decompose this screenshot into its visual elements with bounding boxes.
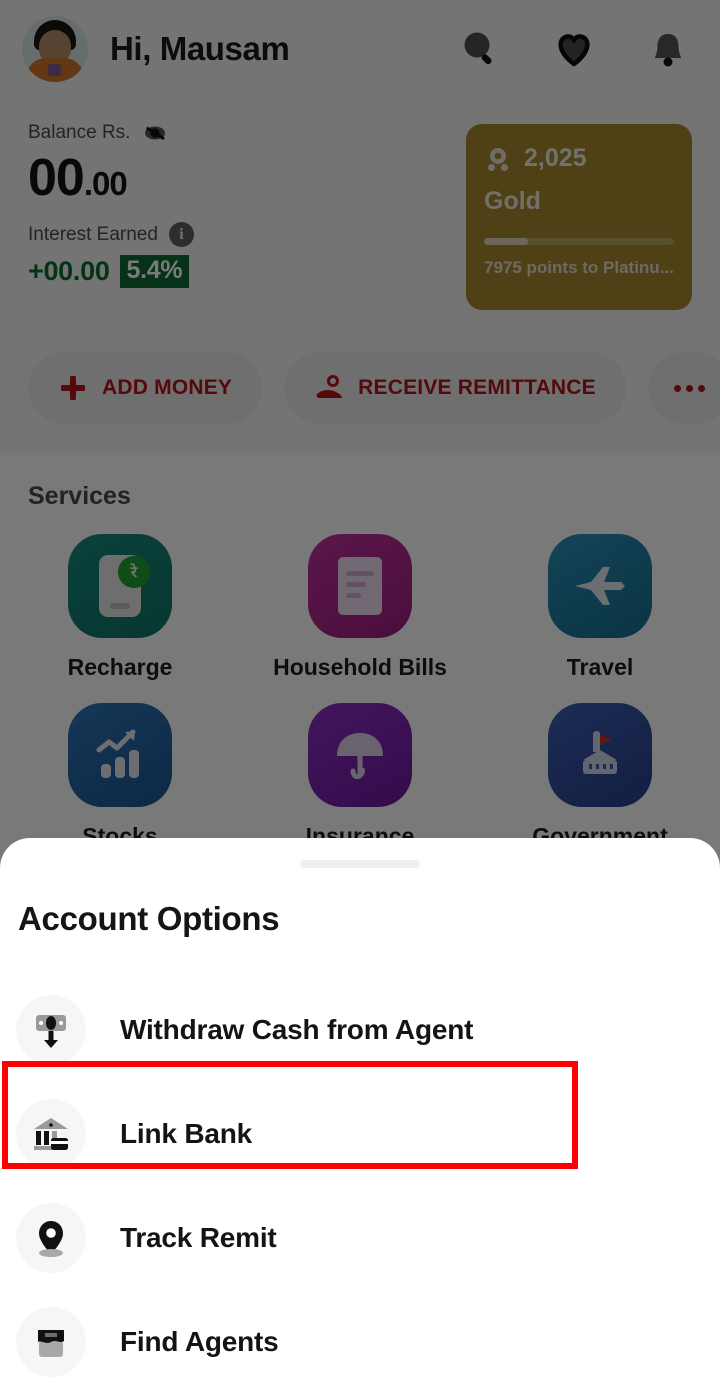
bank-icon bbox=[34, 1118, 68, 1150]
option-withdraw-cash-from-agent[interactable]: Withdraw Cash from Agent bbox=[0, 978, 720, 1082]
withdraw-cash-icon bbox=[36, 1015, 66, 1048]
option-link-bank[interactable]: Link Bank bbox=[0, 1082, 720, 1186]
account-options-list: Withdraw Cash from Agent Link Bank Track… bbox=[0, 978, 720, 1394]
sheet-title: Account Options bbox=[18, 900, 280, 937]
icon-container bbox=[16, 1099, 86, 1169]
account-options-sheet: Account Options Withdraw Cash from Agent bbox=[0, 838, 720, 1400]
storefront-icon bbox=[38, 1330, 64, 1357]
drag-handle[interactable] bbox=[300, 860, 420, 868]
option-label: Withdraw Cash from Agent bbox=[120, 1014, 474, 1045]
icon-container bbox=[16, 1203, 86, 1273]
location-pin-icon bbox=[39, 1221, 63, 1257]
option-label: Link Bank bbox=[120, 1118, 253, 1149]
option-label: Track Remit bbox=[120, 1222, 277, 1253]
option-label: Find Agents bbox=[120, 1326, 279, 1357]
icon-container bbox=[16, 1307, 86, 1377]
option-track-remit[interactable]: Track Remit bbox=[0, 1186, 720, 1290]
option-find-agents[interactable]: Find Agents bbox=[0, 1290, 720, 1394]
icon-container bbox=[16, 995, 86, 1065]
